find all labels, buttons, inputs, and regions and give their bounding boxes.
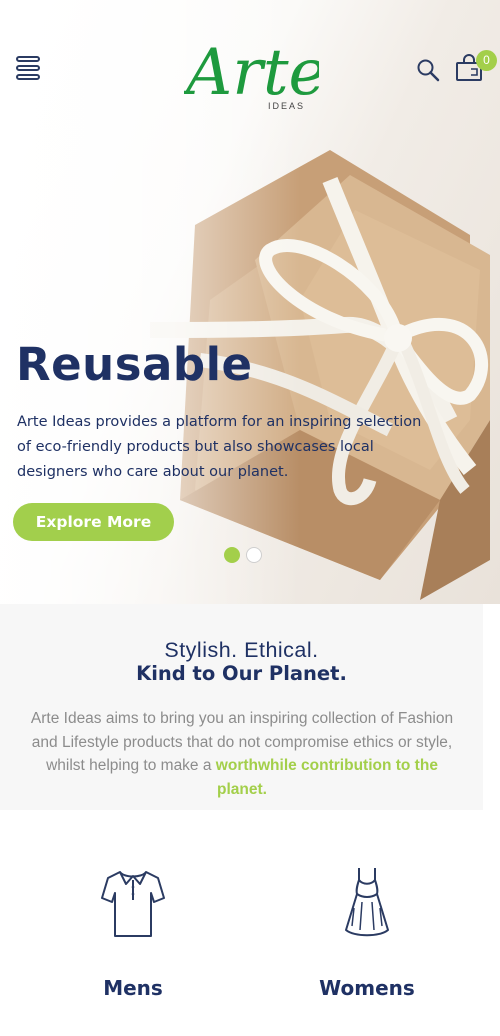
intro-heading: Stylish. Ethical.: [164, 638, 319, 662]
category-mens[interactable]: Mens: [33, 860, 233, 1000]
svg-text:IDEAS: IDEAS: [268, 101, 305, 111]
hero-title: Reusable: [16, 338, 253, 391]
arte-ideas-logo[interactable]: Arte IDEAS: [184, 20, 319, 114]
explore-more-button[interactable]: Explore More: [13, 503, 174, 541]
slider-dot-2[interactable]: [246, 547, 262, 563]
intro-highlight: worthwhile contribution to the planet.: [215, 757, 438, 798]
search-icon[interactable]: [416, 58, 440, 82]
slider-dot-1[interactable]: [224, 547, 240, 563]
hero-description: Arte Ideas provides a platform for an in…: [17, 414, 422, 480]
menu-icon[interactable]: [16, 56, 40, 80]
cart-count-badge: 0: [476, 50, 497, 71]
category-mens-label: Mens: [103, 976, 163, 1000]
category-womens-label: Womens: [319, 976, 415, 1000]
shirt-icon: [101, 871, 165, 937]
intro-section: Stylish. Ethical. Kind to Our Planet. Ar…: [0, 604, 483, 810]
intro-subheading: Kind to Our Planet.: [136, 662, 347, 685]
svg-text:Arte: Arte: [184, 36, 319, 110]
category-womens[interactable]: Womens: [267, 860, 467, 1000]
intro-paragraph: Arte Ideas aims to bring you an inspirin…: [22, 707, 462, 801]
site-header: Arte IDEAS 0: [0, 0, 500, 120]
hero-banner: Arte IDEAS 0 Reusable Arte Ideas provide…: [0, 0, 500, 604]
dress-icon: [345, 868, 389, 937]
slider-dots: [224, 547, 262, 563]
